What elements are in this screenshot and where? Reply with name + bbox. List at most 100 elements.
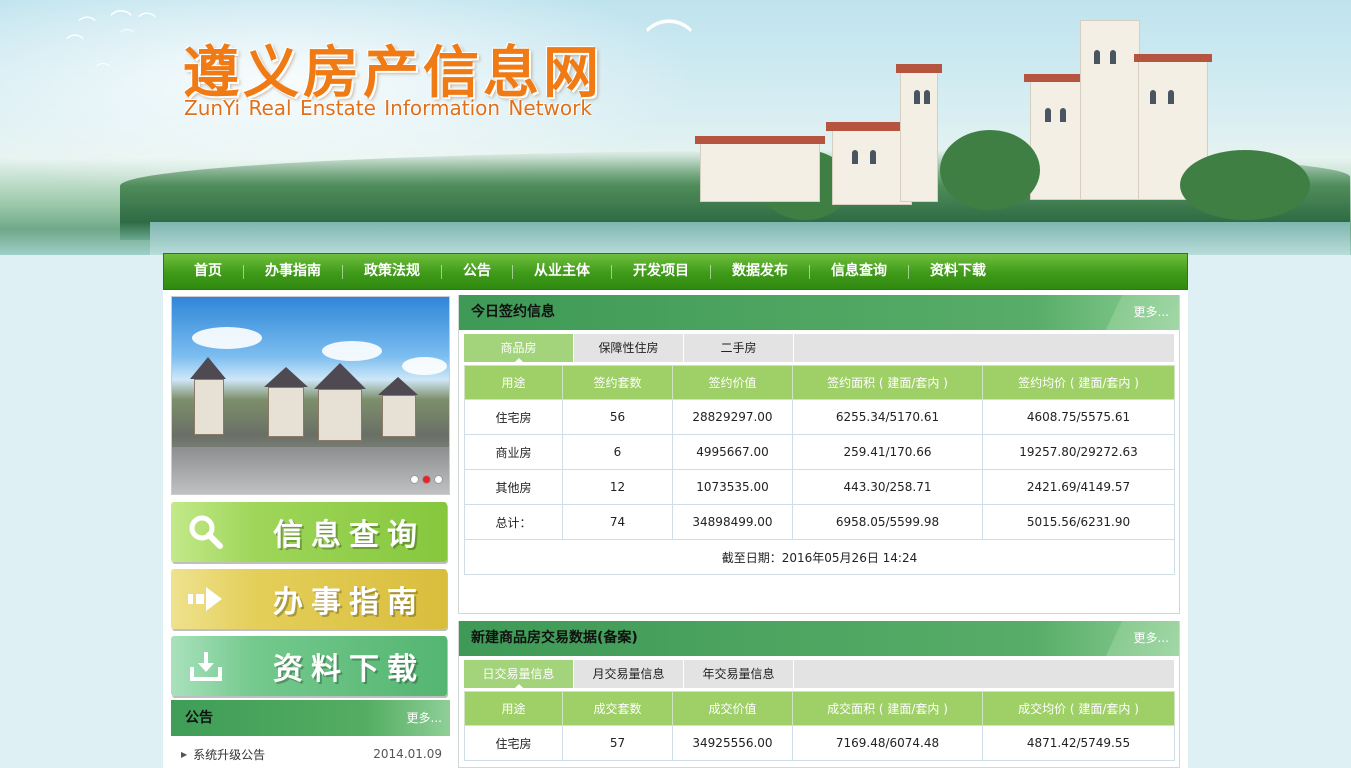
nav-practitioners[interactable]: 从业主体	[513, 253, 611, 290]
slider-dots	[410, 475, 443, 484]
notice-item-date: 2014.01.09	[373, 747, 442, 761]
more-link[interactable]: 更多...	[1087, 295, 1179, 330]
quick-link-download[interactable]: 资料下载	[171, 636, 447, 696]
tab-daily-volume[interactable]: 日交易量信息	[464, 660, 574, 689]
lake	[150, 222, 1350, 255]
slider-dot[interactable]	[410, 475, 419, 484]
table-row: 其他房 12 1073535.00 443.30/258.71 2421.69/…	[464, 469, 1175, 505]
tree	[940, 130, 1040, 210]
notice-item[interactable]: ▶ 系统升级公告 2014.01.09	[171, 742, 450, 766]
cutoff-date: 截至日期：2016年05月26日 14:24	[464, 539, 1175, 575]
house-roof	[264, 367, 308, 387]
column-header: 签约均价 ( 建面/套内 )	[982, 365, 1175, 400]
quick-link-query[interactable]: 信息查询	[171, 502, 447, 562]
table-cell: 商业房	[464, 434, 563, 470]
new-trade-panel: 新建商品房交易数据(备案) 更多... 日交易量信息 月交易量信息 年交易量信息…	[458, 621, 1180, 768]
tab-monthly-volume[interactable]: 月交易量信息	[574, 660, 684, 688]
table-cell: 4871.42/5749.55	[982, 725, 1175, 761]
bullet-arrow-icon: ▶	[181, 749, 188, 759]
column-header: 签约价值	[672, 365, 793, 400]
nav-notice[interactable]: 公告	[442, 253, 512, 290]
table-cell: 56	[562, 399, 673, 435]
column-header: 签约面积 ( 建面/套内 )	[792, 365, 983, 400]
tab-affordable-housing[interactable]: 保障性住房	[574, 334, 684, 362]
table-cell: 57	[562, 725, 673, 761]
nav-policy[interactable]: 政策法规	[343, 253, 441, 290]
road	[172, 447, 449, 494]
window	[1045, 108, 1051, 122]
today-sign-panel: 今日签约信息 更多... 商品房 保障性住房 二手房 用途 签约套数 签约价值 …	[458, 295, 1180, 614]
egret-icon: ⌒	[645, 16, 694, 72]
table-cell: 2421.69/4149.57	[982, 469, 1175, 505]
photo-slider[interactable]	[171, 296, 450, 495]
nav-query[interactable]: 信息查询	[810, 253, 908, 290]
villa-roof	[1134, 54, 1212, 62]
table-cell: 74	[562, 504, 673, 540]
cloud	[192, 327, 262, 349]
house-roof	[314, 363, 366, 389]
column-header: 成交价值	[672, 691, 793, 726]
table-cell: 443.30/258.71	[792, 469, 983, 505]
window	[1094, 50, 1100, 64]
table-cell: 总计：	[464, 504, 563, 540]
table-cell: 4608.75/5575.61	[982, 399, 1175, 435]
table-cell: 7169.48/6074.48	[792, 725, 983, 761]
table-cell: 5015.56/6231.90	[982, 504, 1175, 540]
table-row-total: 总计： 74 34898499.00 6958.05/5599.98 5015.…	[464, 504, 1175, 540]
notice-more-link[interactable]: 更多...	[407, 700, 442, 736]
table-cell: 4995667.00	[672, 434, 793, 470]
house	[268, 387, 304, 437]
table-cell: 28829297.00	[672, 399, 793, 435]
notice-header: 公告 更多...	[171, 700, 450, 736]
search-icon	[171, 502, 241, 562]
window	[1150, 90, 1156, 104]
panel-title: 新建商品房交易数据(备案)	[471, 630, 638, 646]
nav-data[interactable]: 数据发布	[711, 253, 809, 290]
table-header-row: 用途 签约套数 签约价值 签约面积 ( 建面/套内 ) 签约均价 ( 建面/套内…	[464, 365, 1175, 400]
table-cell: 1073535.00	[672, 469, 793, 505]
bird-icon: ⌒	[96, 63, 110, 79]
quick-link-guide[interactable]: 办事指南	[171, 569, 447, 629]
more-link[interactable]: 更多...	[1087, 621, 1179, 656]
nav-home[interactable]: 首页	[164, 253, 243, 290]
tab-bar: 商品房 保障性住房 二手房	[464, 334, 1174, 363]
column-header: 签约套数	[562, 365, 673, 400]
house	[318, 389, 362, 441]
table-row: 商业房 6 4995667.00 259.41/170.66 19257.80/…	[464, 434, 1175, 470]
tree	[1180, 150, 1310, 220]
nav-download[interactable]: 资料下载	[909, 253, 1007, 290]
table-cell: 住宅房	[464, 399, 563, 435]
table-cell: 6255.34/5170.61	[792, 399, 983, 435]
villa-left	[700, 142, 820, 202]
window	[924, 90, 930, 104]
table-cell: 6	[562, 434, 673, 470]
table-cell: 6958.05/5599.98	[792, 504, 983, 540]
table-cell: 34925556.00	[672, 725, 793, 761]
cloud	[322, 341, 382, 361]
main-content: 信息查询 办事指南 资料下载 公告 更多... ▶ 系统升级公告 2014.01…	[163, 290, 1188, 768]
tab-yearly-volume[interactable]: 年交易量信息	[684, 660, 794, 688]
slider-dot-active[interactable]	[422, 475, 431, 484]
nav-projects[interactable]: 开发项目	[612, 253, 710, 290]
house	[382, 395, 416, 437]
new-trade-table: 用途 成交套数 成交价值 成交面积 ( 建面/套内 ) 成交均价 ( 建面/套内…	[464, 691, 1175, 761]
villa-roof	[695, 136, 825, 144]
bird-icon: ⌒	[138, 12, 156, 33]
villa-tall	[1080, 20, 1140, 200]
slider-dot[interactable]	[434, 475, 443, 484]
quick-link-label: 资料下载	[273, 652, 425, 687]
window	[870, 150, 876, 164]
table-row: 住宅房 57 34925556.00 7169.48/6074.48 4871.…	[464, 725, 1175, 761]
house-roof	[378, 377, 418, 395]
window	[852, 150, 858, 164]
nav-guide[interactable]: 办事指南	[244, 253, 342, 290]
window	[1110, 50, 1116, 64]
cloud	[402, 357, 447, 375]
notice-item-title[interactable]: 系统升级公告	[193, 746, 265, 763]
tower-roof	[896, 64, 942, 73]
tab-commercial-housing[interactable]: 商品房	[464, 334, 574, 363]
window	[1168, 90, 1174, 104]
table-row: 住宅房 56 28829297.00 6255.34/5170.61 4608.…	[464, 399, 1175, 435]
table-header-row: 用途 成交套数 成交价值 成交面积 ( 建面/套内 ) 成交均价 ( 建面/套内…	[464, 691, 1175, 726]
tab-second-hand[interactable]: 二手房	[684, 334, 794, 362]
